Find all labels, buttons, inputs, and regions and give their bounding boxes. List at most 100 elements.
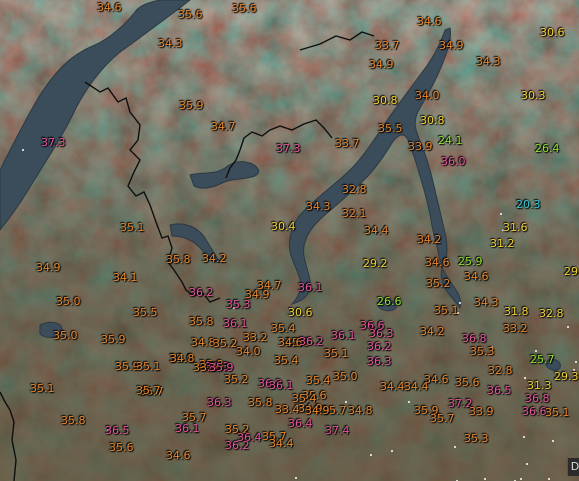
- temperature-label[interactable]: 34.1: [113, 272, 138, 284]
- temperature-label[interactable]: 34.6: [425, 257, 450, 269]
- temperature-label[interactable]: 34.9: [439, 40, 464, 52]
- temperature-label[interactable]: 35.7: [430, 413, 455, 425]
- temperature-label[interactable]: 33.2: [243, 332, 268, 344]
- temperature-label[interactable]: 32.8: [342, 184, 367, 196]
- temperature-label[interactable]: 26.4: [535, 143, 560, 155]
- temperature-label[interactable]: 25.7: [530, 354, 555, 366]
- temperature-label[interactable]: 35.6: [178, 9, 203, 21]
- temperature-label[interactable]: 36.1: [331, 330, 356, 342]
- temperature-label[interactable]: 30.6: [540, 27, 565, 39]
- temperature-label[interactable]: 30.3: [521, 90, 546, 102]
- temperature-label[interactable]: 30.8: [373, 95, 398, 107]
- temperature-label[interactable]: 35.3: [464, 433, 489, 445]
- map-corner-button[interactable]: D: [567, 458, 579, 476]
- temperature-label[interactable]: 34.3: [158, 38, 183, 50]
- temperature-label[interactable]: 35.8: [166, 254, 191, 266]
- temperature-label[interactable]: 34.8: [170, 353, 195, 365]
- temperature-label[interactable]: 29.: [564, 266, 579, 278]
- temperature-label[interactable]: 33.7: [335, 138, 360, 150]
- temperature-label[interactable]: 35.9: [101, 334, 126, 346]
- temperature-label[interactable]: 34.0: [415, 90, 440, 102]
- temperature-label[interactable]: 31.3: [527, 380, 552, 392]
- temperature-label[interactable]: 35.1: [324, 348, 349, 360]
- temperature-label[interactable]: 35.4: [271, 323, 296, 335]
- temperature-label[interactable]: 35.3: [226, 299, 251, 311]
- temperature-label[interactable]: 34.4: [404, 381, 429, 393]
- temperature-label[interactable]: 33.2: [503, 323, 528, 335]
- temperature-map[interactable]: 34.6 35.6 35.6 34.6 30.6 34.3 33.7 34.9 34.9 34.3…: [0, 0, 579, 481]
- temperature-label[interactable]: 36.0: [441, 156, 466, 168]
- temperature-label[interactable]: 36.6: [522, 406, 547, 418]
- temperature-label[interactable]: 34.9: [305, 405, 330, 417]
- temperature-label[interactable]: 36.1: [269, 380, 294, 392]
- temperature-label[interactable]: 35.1: [545, 407, 570, 419]
- temperature-label[interactable]: 36.1: [175, 423, 200, 435]
- temperature-label[interactable]: 33.9: [408, 141, 433, 153]
- temperature-label[interactable]: 35.8: [248, 397, 273, 409]
- temperature-label[interactable]: 34.8: [348, 405, 373, 417]
- temperature-label[interactable]: 34.9: [369, 59, 394, 71]
- temperature-label[interactable]: 36.1: [223, 318, 248, 330]
- temperature-label[interactable]: 29.2: [363, 258, 388, 270]
- temperature-label[interactable]: 36.2: [189, 287, 214, 299]
- temperature-label[interactable]: 34.6: [464, 271, 489, 283]
- temperature-label[interactable]: 34.3: [476, 56, 501, 68]
- temperature-label[interactable]: 35.5: [133, 307, 158, 319]
- temperature-label[interactable]: 34.2: [202, 253, 227, 265]
- temperature-label[interactable]: 35.0: [53, 330, 78, 342]
- temperature-label[interactable]: 34.0: [236, 346, 261, 358]
- temperature-label[interactable]: 32.1: [342, 208, 367, 220]
- temperature-label[interactable]: 35.4: [306, 375, 331, 387]
- temperature-label[interactable]: 34.6: [166, 450, 191, 462]
- temperature-label[interactable]: 34.4: [269, 438, 294, 450]
- temperature-label[interactable]: 36.3: [207, 397, 232, 409]
- temperature-label[interactable]: 36.5: [105, 425, 130, 437]
- temperature-label[interactable]: 34.6: [97, 2, 122, 14]
- temperature-label[interactable]: 37.3: [41, 137, 66, 149]
- temperature-label[interactable]: 36.4: [288, 418, 313, 430]
- temperature-label[interactable]: 35.2: [426, 278, 451, 290]
- temperature-label[interactable]: 35.6: [232, 3, 257, 15]
- temperature-label[interactable]: 24.1: [438, 135, 463, 147]
- temperature-label[interactable]: 35.1: [434, 305, 459, 317]
- temperature-label[interactable]: 33.7: [375, 40, 400, 52]
- temperature-label[interactable]: 35.5: [378, 123, 403, 135]
- temperature-label[interactable]: 35.1: [30, 383, 55, 395]
- temperature-label[interactable]: 36.8: [462, 333, 487, 345]
- temperature-label[interactable]: 26.6: [377, 296, 402, 308]
- temperature-label[interactable]: 33.4: [275, 404, 300, 416]
- temperature-label[interactable]: 32.8: [488, 365, 513, 377]
- temperature-label[interactable]: 35.4: [274, 355, 299, 367]
- temperature-label[interactable]: 30.4: [271, 221, 296, 233]
- temperature-label[interactable]: 35.9: [179, 100, 204, 112]
- temperature-label[interactable]: 31.6: [503, 222, 528, 234]
- temperature-label[interactable]: 36.3: [369, 328, 394, 340]
- temperature-label[interactable]: 35.8: [61, 415, 86, 427]
- temperature-label[interactable]: 36.1: [298, 282, 323, 294]
- temperature-label[interactable]: 37.3: [276, 143, 301, 155]
- temperature-label[interactable]: 33.9: [469, 406, 494, 418]
- temperature-label[interactable]: 31.2: [490, 238, 515, 250]
- temperature-label[interactable]: 30.8: [420, 115, 445, 127]
- temperature-label[interactable]: 36.2: [367, 341, 392, 353]
- temperature-label[interactable]: 35.2: [213, 338, 238, 350]
- temperature-label[interactable]: 36.2: [299, 336, 324, 348]
- temperature-label[interactable]: 34.4: [364, 225, 389, 237]
- temperature-label[interactable]: 34.7: [211, 121, 236, 133]
- temperature-label[interactable]: 36.8: [525, 393, 550, 405]
- temperature-label[interactable]: 34.9: [36, 262, 61, 274]
- temperature-label[interactable]: 36.2: [225, 440, 250, 452]
- temperature-label[interactable]: 34.2: [420, 326, 445, 338]
- temperature-label[interactable]: 30.6: [288, 307, 313, 319]
- temperature-label[interactable]: 36.5: [487, 385, 512, 397]
- temperature-label[interactable]: 35.3: [470, 346, 495, 358]
- temperature-label[interactable]: 34.3: [474, 297, 499, 309]
- temperature-label[interactable]: 35.0: [333, 371, 358, 383]
- temperature-label[interactable]: 32.8: [539, 308, 564, 320]
- temperature-label[interactable]: 35.1: [136, 361, 161, 373]
- temperature-label[interactable]: 29.3: [554, 371, 579, 383]
- temperature-label[interactable]: 35.1: [120, 222, 145, 234]
- temperature-label[interactable]: 35.2: [224, 374, 249, 386]
- temperature-label[interactable]: 34.8: [191, 337, 216, 349]
- temperature-label[interactable]: 20.3: [516, 199, 541, 211]
